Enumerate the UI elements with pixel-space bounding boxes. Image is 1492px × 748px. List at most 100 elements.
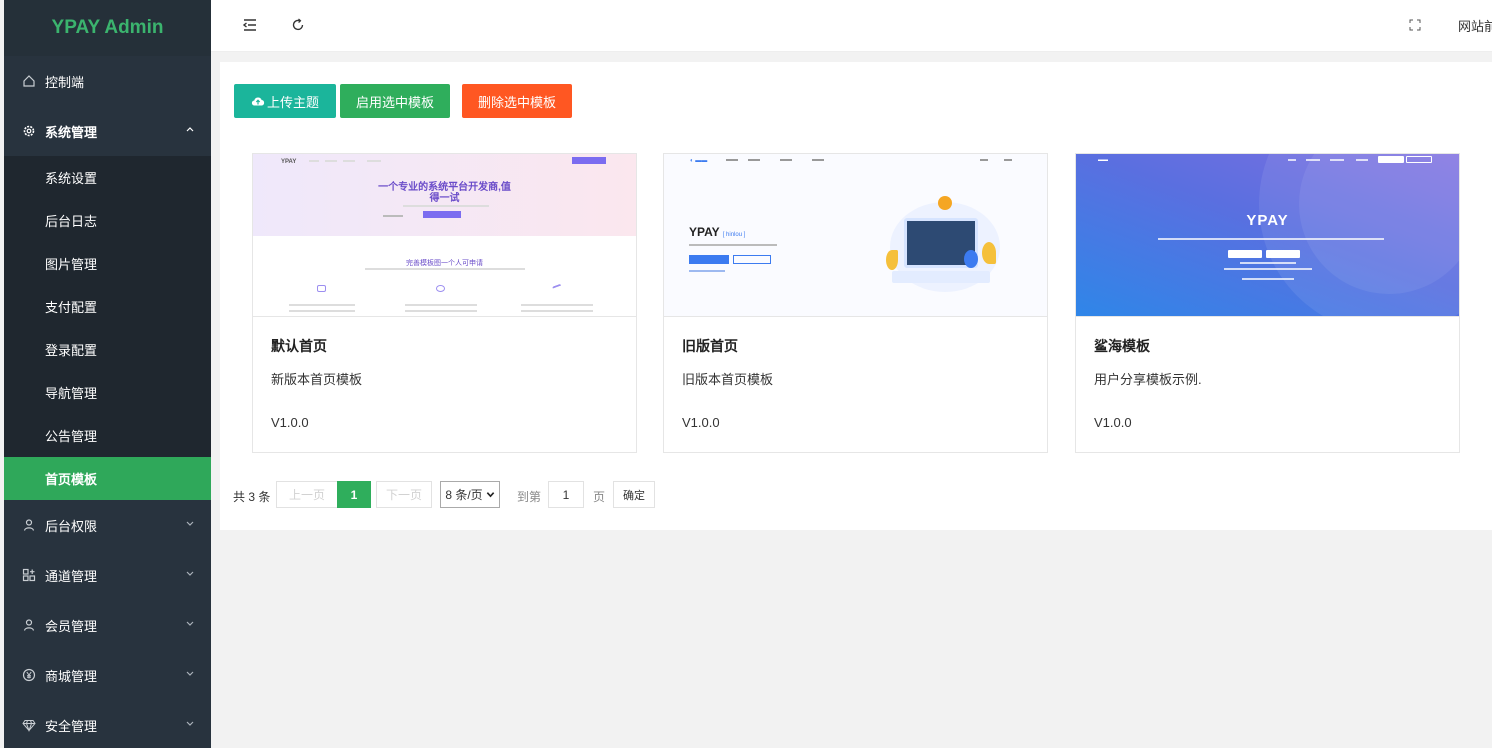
sidebar-item-label: 系统管理 [45,124,98,140]
chevron-down-icon [185,619,195,632]
sidebar-item-admin-logs[interactable]: 后台日志 [4,199,211,242]
sidebar-item-system[interactable]: 系统管理 [4,106,211,156]
app-logo[interactable]: YPAY Admin [4,0,211,56]
goto-page-input[interactable]: 1 [548,481,584,508]
preview-headline: 一个专业的系统平台开发商,值 得一试 [378,182,511,204]
preview-text-line [1242,278,1294,280]
enable-selected-template-button[interactable]: 启用选中模板 [340,84,450,118]
preview-nav-link [1004,159,1012,161]
template-description: 用户分享模板示例. [1094,372,1202,387]
sidebar: YPAY Admin 控制端 系统管理 系统设置 后台日志 图片管理 支付配置 … [4,0,211,748]
home-icon [22,74,36,88]
sidebar-item-admin-permissions[interactable]: 后台权限 [4,500,211,550]
preview-nav-logo: ◐ ▬▬ [690,158,708,164]
template-preview: YPAY 一个专业的系统平台开发商,值 得一试 完善模板图一个人可申请 [253,154,636,317]
sidebar-item-label: 控制端 [45,74,85,90]
template-panel: 上传主题 启用选中模板 删除选中模板 YPAY 一个专业的系统平台开发商,值 得… [220,62,1492,530]
page-size-value: 8 条/页 [445,488,483,502]
delete-selected-template-button[interactable]: 删除选中模板 [462,84,572,118]
sidebar-item-channels[interactable]: 通道管理 [4,550,211,600]
goto-label: 到第 [517,490,542,504]
preview-nav-logo: YPAY [281,159,297,165]
preview-nav-link [780,159,792,161]
preview-text-line [289,304,355,306]
submenu-system: 系统设置 后台日志 图片管理 支付配置 登录配置 导航管理 公告管理 首页模板 [4,156,211,500]
preview-illustration-figure [938,196,952,210]
preview-nav-link [812,159,824,161]
goto-confirm-button[interactable]: 确定 [613,481,655,508]
chevron-down-icon [185,669,195,682]
grid-icon [22,568,36,582]
preview-nav-logo: ▬▬ [1098,157,1108,163]
preview-nav-link [343,160,355,162]
preview-cta-button [423,211,461,218]
preview-nav-link [309,160,319,162]
preview-illustration-leaf [886,250,898,270]
pagination-page-1[interactable]: 1 [337,481,371,508]
sidebar-item-label: 安全管理 [45,718,98,734]
sidebar-item-announcements[interactable]: 公告管理 [4,414,211,457]
template-version: V1.0.0 [271,415,309,430]
fullscreen-icon[interactable] [1406,16,1424,34]
sidebar-item-image-management[interactable]: 图片管理 [4,242,211,285]
preview-nav-button [1406,156,1432,163]
preview-text-line [289,310,355,312]
sidebar-item-payment-config[interactable]: 支付配置 [4,285,211,328]
template-card-default[interactable]: YPAY 一个专业的系统平台开发商,值 得一试 完善模板图一个人可申请 默认首页… [252,153,637,453]
template-card-shark-sea[interactable]: ▬▬ YPAY 鲨海模板 用户分享模板示例. V1.0.0 [1075,153,1460,453]
preview-text-line [405,304,477,306]
page-unit-label: 页 [593,490,606,504]
chevron-down-icon [185,719,195,732]
upload-theme-label: 上传主题 [266,94,319,110]
preview-text-line [521,310,593,312]
preview-cta-button [689,255,729,264]
preview-cta-button [1228,250,1262,258]
sidebar-item-mall[interactable]: 商城管理 [4,650,211,700]
preview-illustration-figure [964,250,978,268]
preview-nav-button [572,157,606,164]
preview-nav-link [726,159,738,161]
refresh-icon[interactable] [289,16,307,34]
preview-nav-link [325,160,337,162]
preview-feature-icon [436,285,445,292]
preview-secondary-button [733,255,771,264]
pagination-prev-button[interactable]: 上一页 [276,481,338,508]
preview-brand: YPAY[ hinlou ] [689,225,745,239]
preview-subheading: 完善模板图一个人可申请 [406,260,483,267]
preview-illustration-leaf [982,242,996,264]
preview-text-line [365,268,525,270]
sidebar-item-label: 会员管理 [45,618,98,634]
upload-theme-button[interactable]: 上传主题 [234,84,336,118]
top-header: 网站前 [211,0,1492,52]
user-icon [22,518,36,532]
template-title: 鲨海模板 [1094,338,1150,354]
sidebar-item-navigation[interactable]: 导航管理 [4,371,211,414]
preview-text-line [689,270,725,272]
preview-text-line [1224,268,1312,270]
sidebar-item-homepage-templates[interactable]: 首页模板 [4,457,211,500]
diamond-icon [22,718,36,732]
pagination-next-button[interactable]: 下一页 [376,481,432,508]
template-version: V1.0.0 [1094,415,1132,430]
sidebar-item-security[interactable]: 安全管理 [4,700,211,748]
template-preview: ▬▬ YPAY [1076,154,1459,317]
preview-nav-link [1330,159,1344,161]
sidebar-item-system-settings[interactable]: 系统设置 [4,156,211,199]
preview-nav-button [1378,156,1404,163]
sidebar-item-members[interactable]: 会员管理 [4,600,211,650]
gear-icon [22,124,36,138]
template-card-legacy[interactable]: ◐ ▬▬ YPAY[ hinlou ] 旧版首页 旧版本首页模板 V1.0.0 [663,153,1048,453]
site-frontend-link[interactable]: 网站前 [1458,16,1492,35]
preview-nav-link [367,160,381,162]
collapse-menu-icon[interactable] [241,16,259,34]
template-version: V1.0.0 [682,415,720,430]
preview-nav-link [1306,159,1320,161]
yen-icon [22,668,36,682]
preview-text-line [521,304,593,306]
sidebar-item-login-config[interactable]: 登录配置 [4,328,211,371]
chevron-down-icon [185,569,195,582]
chevron-down-icon [185,519,195,532]
preview-nav-link [980,159,988,161]
sidebar-item-console[interactable]: 控制端 [4,56,211,106]
page-size-select[interactable]: 8 条/页 [440,481,500,508]
